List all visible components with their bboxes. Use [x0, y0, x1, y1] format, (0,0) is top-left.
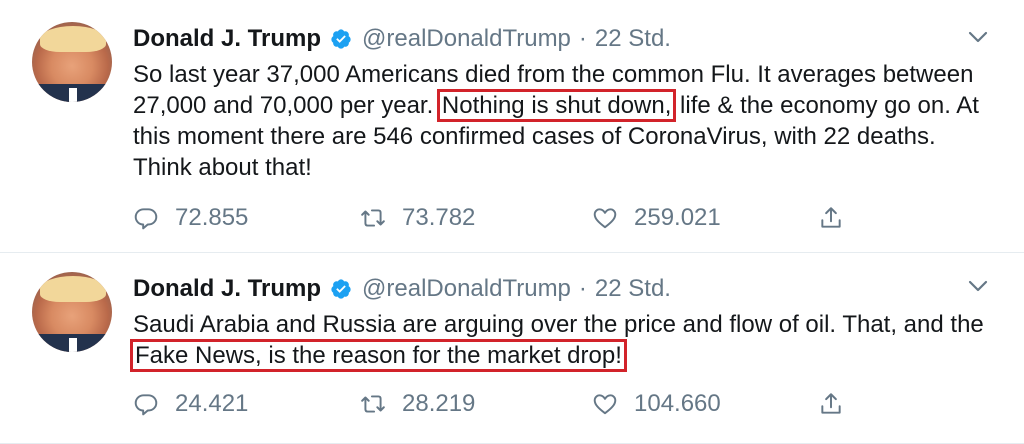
avatar-hair	[40, 276, 106, 302]
retweet-button[interactable]: 73.782	[360, 204, 592, 232]
timestamp[interactable]: 22 Std.	[595, 275, 671, 303]
retweet-icon	[361, 209, 385, 227]
chevron-down-icon[interactable]	[968, 279, 988, 293]
retweet-count: 28.219	[402, 390, 476, 417]
like-count: 259.021	[634, 204, 721, 231]
share-icon	[821, 207, 841, 228]
highlight-box: Nothing is shut down,	[436, 89, 677, 122]
avatar[interactable]	[32, 22, 112, 102]
share-button[interactable]	[818, 205, 844, 231]
verified-badge-icon	[331, 29, 351, 49]
speech-bubble-icon	[134, 208, 158, 230]
author-name[interactable]: Donald J. Trump	[133, 25, 321, 53]
retweet-button[interactable]: 28.219	[360, 390, 592, 418]
reply-button[interactable]: 24.421	[133, 390, 360, 418]
like-count: 104.660	[634, 390, 721, 417]
chevron-down-icon[interactable]	[968, 30, 988, 44]
highlight-box: Fake News, is the reason for the market …	[130, 339, 627, 372]
author-handle[interactable]: @realDonaldTrump	[362, 25, 571, 53]
tweet-actions: 72.855 73.782 259.021	[133, 201, 844, 235]
like-button[interactable]: 104.660	[592, 390, 818, 418]
tweet[interactable]: Donald J. Trump @realDonaldTrump · 22 St…	[0, 253, 1024, 444]
like-button[interactable]: 259.021	[592, 204, 818, 232]
separator: ·	[578, 275, 587, 302]
reply-button[interactable]: 72.855	[133, 204, 360, 232]
tweet-text: Saudi Arabia and Russia are arguing over…	[130, 309, 993, 372]
share-button[interactable]	[818, 391, 844, 417]
tweet-text: So last year 37,000 Americans died from …	[133, 59, 993, 183]
avatar-collar	[69, 88, 77, 102]
tweet-header: Donald J. Trump @realDonaldTrump · 22 St…	[133, 273, 671, 305]
speech-bubble-icon	[134, 394, 158, 416]
tweet-actions: 24.421 28.219 104.660	[133, 387, 844, 421]
heart-icon	[593, 208, 617, 229]
retweet-count: 73.782	[402, 204, 476, 231]
heart-icon	[593, 394, 617, 415]
tweet-feed: Donald J. Trump @realDonaldTrump · 22 St…	[0, 0, 1024, 444]
retweet-icon	[361, 395, 385, 413]
tweet-header: Donald J. Trump @realDonaldTrump · 22 St…	[133, 23, 671, 55]
avatar-hair	[40, 26, 106, 52]
tweet-text-part: Saudi Arabia and Russia are arguing over…	[133, 311, 984, 338]
avatar-collar	[69, 338, 77, 352]
reply-count: 24.421	[175, 390, 249, 417]
timestamp[interactable]: 22 Std.	[595, 25, 671, 53]
reply-count: 72.855	[175, 204, 249, 231]
separator: ·	[578, 25, 587, 52]
avatar[interactable]	[32, 272, 112, 352]
author-name[interactable]: Donald J. Trump	[133, 275, 321, 303]
share-icon	[821, 393, 841, 414]
author-handle[interactable]: @realDonaldTrump	[362, 275, 571, 303]
tweet[interactable]: Donald J. Trump @realDonaldTrump · 22 St…	[0, 0, 1024, 253]
verified-badge-icon	[331, 279, 351, 299]
